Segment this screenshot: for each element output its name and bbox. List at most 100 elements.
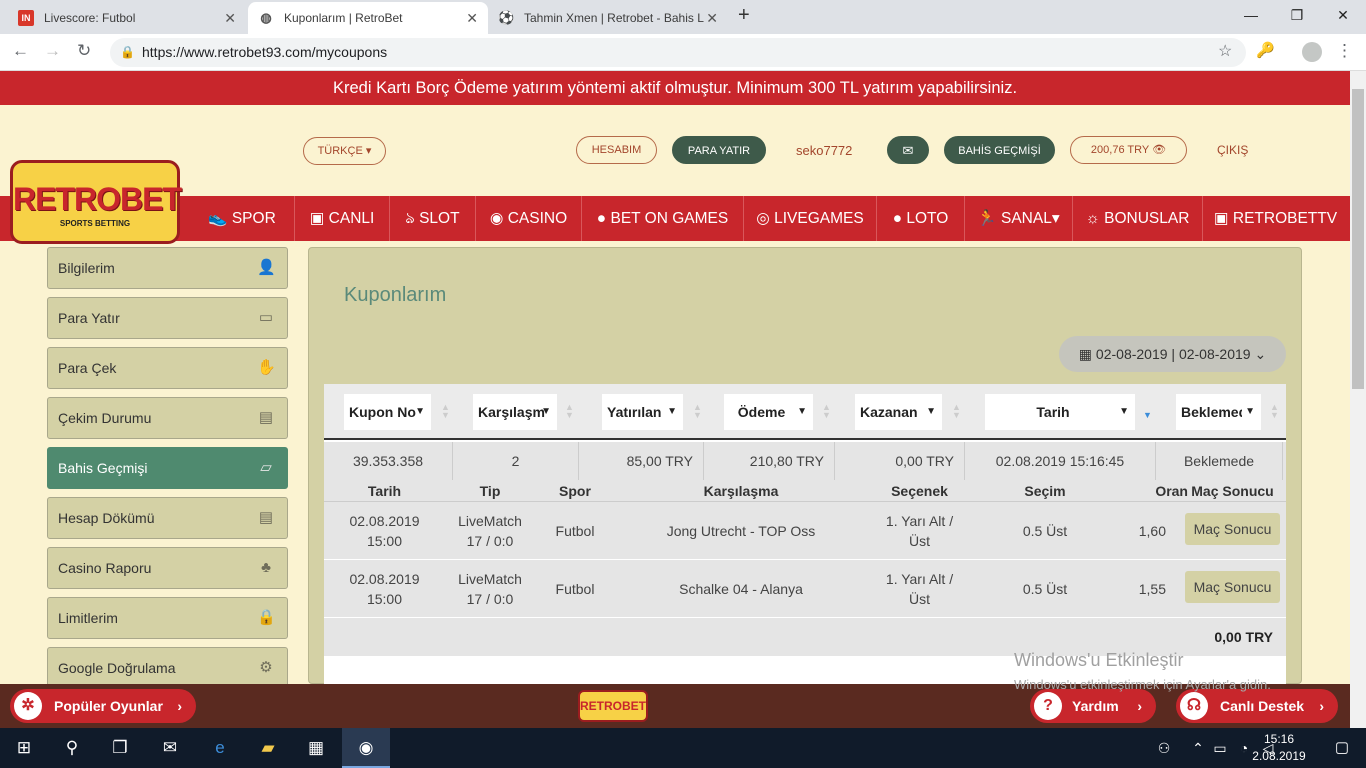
file-explorer-icon[interactable]: ▰ xyxy=(244,728,292,768)
back-icon[interactable]: ← xyxy=(12,41,29,61)
close-window-icon[interactable]: ✕ xyxy=(1320,0,1366,30)
nav-sanal[interactable]: 🏃 SANAL▾ xyxy=(964,196,1072,241)
windows-start-icon[interactable]: ⊞ xyxy=(0,728,48,768)
search-icon[interactable]: ⚲ xyxy=(48,728,96,768)
menu-dots-icon[interactable]: ⋮ xyxy=(1336,41,1353,61)
help-button[interactable]: ? Yardım › xyxy=(1030,689,1156,723)
filter-odeme[interactable]: Ödeme ▼ xyxy=(724,394,813,430)
filter-tarih[interactable]: Tarih ▼ xyxy=(985,394,1135,430)
chevron-down-icon: ⌄ xyxy=(1254,346,1267,362)
filter-kazanan[interactable]: Kazanan ▼ xyxy=(855,394,942,430)
detail-option: 1. Yarı Alt / Üst xyxy=(867,511,972,551)
filter-durum[interactable]: Beklemed ▼ xyxy=(1176,394,1261,430)
caret-down-icon: ▼ xyxy=(1119,406,1129,417)
minimize-icon[interactable]: — xyxy=(1228,0,1274,30)
nav-label: RETROBETTV xyxy=(1232,210,1338,227)
reload-icon[interactable]: ↻ xyxy=(77,41,91,61)
date-range-picker[interactable]: ▦ 02-08-2019 | 02-08-2019 ⌄ xyxy=(1059,336,1286,372)
close-tab-icon[interactable]: ✕ xyxy=(706,10,718,27)
live-support-button[interactable]: ☊ Canlı Destek › xyxy=(1176,689,1338,723)
filter-kupon-no[interactable]: Kupon No ▼ xyxy=(344,394,431,430)
nav-livegames[interactable]: ◎ LIVEGAMES xyxy=(743,196,876,241)
gamepad-icon: ● xyxy=(596,210,607,227)
sort-icon[interactable]: ▲ ▼ xyxy=(693,403,702,420)
scrollbar-thumb[interactable] xyxy=(1352,89,1364,389)
new-tab-icon[interactable]: + xyxy=(738,4,750,27)
url-field[interactable]: 🔒 https://www.retrobet93.com/mycoupons xyxy=(110,38,1246,67)
nav-slot[interactable]: ঌ SLOT xyxy=(389,196,475,241)
tab-kuponlarim[interactable]: ◍ Kuponlarım | RetroBet ✕ xyxy=(248,2,488,34)
sidebar-item-para-yatir[interactable]: Para Yatır ▭ xyxy=(47,297,288,339)
question-icon: ? xyxy=(1034,692,1062,720)
notifications-icon[interactable]: ▢ xyxy=(1318,728,1366,768)
nav-retrobettv[interactable]: ▣ RETROBETTV xyxy=(1202,196,1348,241)
match-result-button[interactable]: Maç Sonucu xyxy=(1185,571,1280,603)
page-scrollbar[interactable] xyxy=(1350,71,1366,728)
retrobet-logo[interactable]: RETROBET SPORTS BETTING xyxy=(10,160,182,244)
deposit-button[interactable]: PARA YATIR xyxy=(672,136,766,164)
cherries-icon: ঌ xyxy=(405,210,415,227)
sidebar-item-bilgilerim[interactable]: Bilgilerim 👤 xyxy=(47,247,288,289)
bet-history-button[interactable]: BAHİS GEÇMİŞİ xyxy=(944,136,1055,164)
account-button[interactable]: HESABIM xyxy=(576,136,657,164)
nav-bet-on-games[interactable]: ● BET ON GAMES xyxy=(581,196,743,241)
sort-active-icon[interactable]: ▼ xyxy=(1143,403,1152,420)
retrobet-small-logo[interactable]: RETROBET xyxy=(578,690,648,722)
tab-tahmin-xmen[interactable]: ⚽ Tahmin Xmen | Retrobet - Bahis L ✕ xyxy=(488,2,728,34)
sidebar-item-bahis-gecmisi[interactable]: Bahis Geçmişi ▱ xyxy=(47,447,288,489)
sidebar-item-google-dogrulama[interactable]: Google Doğrulama ⚙ xyxy=(47,647,288,689)
livescore-favicon-icon: IN xyxy=(18,10,34,26)
nav-casino[interactable]: ◉ CASINO xyxy=(475,196,581,241)
sort-icon[interactable]: ▲ ▼ xyxy=(441,403,450,420)
nav-loto[interactable]: ● LOTO xyxy=(876,196,964,241)
popular-games-button[interactable]: ✲ Popüler Oyunlar › xyxy=(10,689,196,723)
extension-icon[interactable]: 🔑 xyxy=(1256,41,1275,59)
forward-icon[interactable]: → xyxy=(44,41,61,61)
nav-spor[interactable]: 👟 SPOR xyxy=(190,196,294,241)
col-secenek: Seçenek xyxy=(891,483,948,499)
logout-link[interactable]: ÇIKIŞ xyxy=(1217,143,1248,157)
col-oran: Oran xyxy=(1155,483,1188,499)
sidebar-item-hesap-dokumu[interactable]: Hesap Dökümü ▤ xyxy=(47,497,288,539)
sidebar-item-para-cek[interactable]: Para Çek ✋ xyxy=(47,347,288,389)
nav-label: CASINO xyxy=(507,210,568,227)
detail-date-time: 15:00 xyxy=(366,591,403,607)
tab-title: Kuponlarım | RetroBet xyxy=(284,11,403,25)
username[interactable]: seko7772 xyxy=(796,143,852,158)
col-tip: Tip xyxy=(479,483,501,499)
messages-button[interactable]: ✉ xyxy=(887,136,929,164)
clock[interactable]: 15:16 2.08.2019 xyxy=(1244,731,1314,765)
task-view-icon[interactable]: ❐ xyxy=(96,728,144,768)
match-result-button[interactable]: Maç Sonucu xyxy=(1185,513,1280,545)
sort-icon[interactable]: ▲ ▼ xyxy=(1270,403,1279,420)
coupon-payout: 210,80 TRY xyxy=(704,442,835,480)
filter-yatirilan[interactable]: Yatırılan ▼ xyxy=(602,394,683,430)
restore-icon[interactable]: ❐ xyxy=(1274,0,1320,30)
sort-icon[interactable]: ▲ ▼ xyxy=(822,403,831,420)
windows-activation-title: Windows'u Etkinleştir xyxy=(1014,650,1184,670)
sidebar-item-casino-raporu[interactable]: Casino Raporu ♣ xyxy=(47,547,288,589)
filter-label: Tarih xyxy=(1036,404,1070,420)
filter-karsilasma[interactable]: Karşılaşm ▼ xyxy=(473,394,557,430)
chrome-icon[interactable]: ◉ xyxy=(342,728,390,768)
profile-avatar-icon[interactable] xyxy=(1302,42,1322,62)
coupon-summary-row[interactable]: 39.353.358 2 85,00 TRY 210,80 TRY 0,00 T… xyxy=(324,442,1286,480)
nav-bonuslar[interactable]: ☼ BONUSLAR xyxy=(1072,196,1202,241)
close-tab-icon[interactable]: ✕ xyxy=(224,10,236,27)
close-tab-icon[interactable]: ✕ xyxy=(466,10,478,27)
sidebar-item-limitlerim[interactable]: Limitlerim 🔒 xyxy=(47,597,288,639)
mail-icon[interactable]: ✉ xyxy=(146,728,194,768)
bookmark-star-icon[interactable]: ☆ xyxy=(1218,41,1232,61)
nav-canli[interactable]: ▣ CANLI xyxy=(294,196,389,241)
balance-button[interactable]: 200,76 TRY 👁 xyxy=(1070,136,1187,164)
store-icon[interactable]: ▦ xyxy=(292,728,340,768)
language-select[interactable]: TÜRKÇE ▾ xyxy=(303,137,386,165)
tab-livescore[interactable]: IN Livescore: Futbol ✕ xyxy=(8,2,246,34)
sidebar-item-cekim-durumu[interactable]: Çekim Durumu ▤ xyxy=(47,397,288,439)
nav-label: CANLI xyxy=(328,210,375,227)
user-icon: 👤 xyxy=(257,259,276,276)
sort-icon[interactable]: ▲ ▼ xyxy=(952,403,961,420)
bet-detail-row: 02.08.2019 15:00 LiveMatch 17 / 0:0 Futbol… xyxy=(324,502,1286,560)
sort-icon[interactable]: ▲ ▼ xyxy=(565,403,574,420)
edge-icon[interactable]: e xyxy=(196,728,244,768)
